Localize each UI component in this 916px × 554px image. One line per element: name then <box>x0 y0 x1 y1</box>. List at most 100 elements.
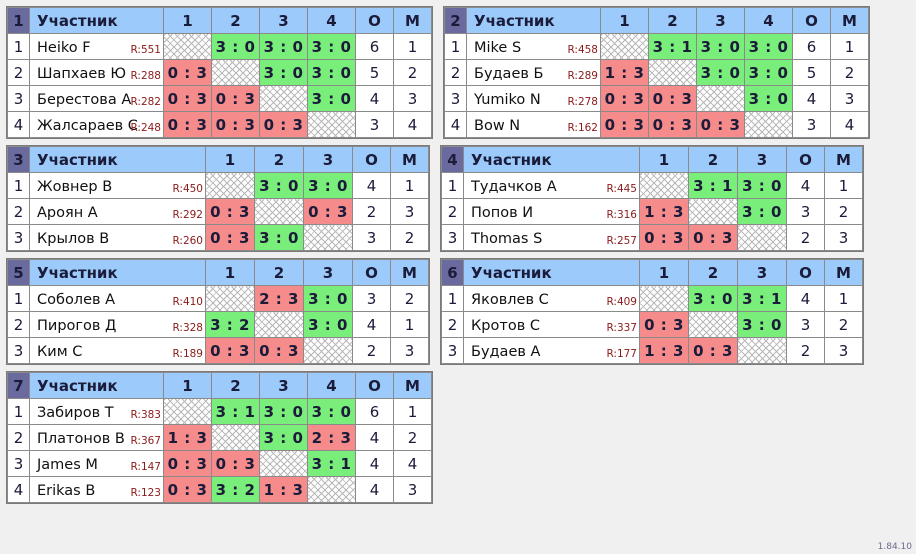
match-score-cell[interactable]: 3 : 1 <box>688 172 738 199</box>
participant-name-cell[interactable]: Yumiko N R:278 <box>466 85 601 112</box>
column-header-participant: Участник <box>466 7 601 34</box>
match-score-cell[interactable]: 0 : 3 <box>205 337 255 364</box>
match-score-cell[interactable]: 3 : 0 <box>307 398 356 425</box>
participant-name-cell[interactable]: Будаев А R:177 <box>463 337 640 364</box>
match-score-cell[interactable]: 3 : 0 <box>211 33 260 60</box>
row-rank: 1 <box>7 398 30 425</box>
match-score-cell[interactable]: 0 : 3 <box>688 337 738 364</box>
match-score-cell[interactable]: 3 : 0 <box>259 33 308 60</box>
participant-name-cell[interactable]: Bow N R:162 <box>466 111 601 138</box>
match-score-cell[interactable]: 3 : 0 <box>696 59 745 86</box>
match-score-cell[interactable]: 0 : 3 <box>205 224 255 251</box>
match-score-cell[interactable]: 0 : 3 <box>163 476 212 503</box>
match-score-cell[interactable]: 0 : 3 <box>639 311 689 338</box>
participant-name-cell[interactable]: Будаев Б R:289 <box>466 59 601 86</box>
match-score-cell[interactable]: 0 : 3 <box>600 85 649 112</box>
match-score-cell[interactable]: 0 : 3 <box>259 111 308 138</box>
table-row: 3 Thomas S R:257 0 : 30 : 323 <box>441 224 863 251</box>
match-score-cell[interactable]: 0 : 3 <box>648 85 697 112</box>
match-score-cell[interactable]: 3 : 1 <box>211 398 260 425</box>
match-score-cell[interactable]: 3 : 0 <box>307 85 356 112</box>
match-score-cell[interactable]: 1 : 3 <box>163 424 212 451</box>
participant-name-cell[interactable]: Thomas S R:257 <box>463 224 640 251</box>
participant-name-cell[interactable]: Берестова А R:282 <box>29 85 164 112</box>
participant-name-cell[interactable]: Забиров Т R:383 <box>29 398 164 425</box>
match-score-cell[interactable]: 3 : 0 <box>307 59 356 86</box>
match-score-cell[interactable]: 3 : 0 <box>744 59 793 86</box>
participant-name-cell[interactable]: Heiko F R:551 <box>29 33 164 60</box>
match-score-cell[interactable]: 3 : 0 <box>737 311 787 338</box>
match-score-cell[interactable]: 3 : 0 <box>254 172 304 199</box>
match-score-cell[interactable]: 3 : 0 <box>303 285 353 312</box>
match-score-cell[interactable]: 0 : 3 <box>303 198 353 225</box>
match-score-cell[interactable]: 0 : 3 <box>163 111 212 138</box>
participant-name-cell[interactable]: Жалсараев С R:248 <box>29 111 164 138</box>
match-score-cell[interactable]: 0 : 3 <box>163 59 212 86</box>
match-score-cell[interactable]: 3 : 0 <box>303 172 353 199</box>
participant-name-cell[interactable]: Тудачков А R:445 <box>463 172 640 199</box>
match-score-cell[interactable]: 0 : 3 <box>205 198 255 225</box>
match-score-cell[interactable]: 0 : 3 <box>600 111 649 138</box>
match-score-cell[interactable]: 3 : 0 <box>259 59 308 86</box>
participant-name: Будаев Б <box>474 65 544 82</box>
participant-name-cell[interactable]: Кротов С R:337 <box>463 311 640 338</box>
match-score-cell[interactable]: 3 : 0 <box>737 198 787 225</box>
match-score-cell[interactable]: 3 : 2 <box>205 311 255 338</box>
match-score-cell[interactable]: 3 : 1 <box>737 285 787 312</box>
match-score-cell[interactable]: 0 : 3 <box>648 111 697 138</box>
match-score-cell[interactable]: 0 : 3 <box>639 224 689 251</box>
participant-name-cell[interactable]: Erikas B R:123 <box>29 476 164 503</box>
participant-name-cell[interactable]: Шапхаев Ю R:288 <box>29 59 164 86</box>
match-score-cell[interactable]: 0 : 3 <box>211 111 260 138</box>
participant-name-cell[interactable]: Яковлев С R:409 <box>463 285 640 312</box>
participant-name: Берестова А <box>37 91 132 108</box>
match-score-cell[interactable]: 0 : 3 <box>163 85 212 112</box>
match-score-cell[interactable]: 1 : 3 <box>639 337 689 364</box>
participant-name-cell[interactable]: Жовнер В R:450 <box>29 172 206 199</box>
match-score-cell[interactable]: 1 : 3 <box>600 59 649 86</box>
match-score-cell[interactable]: 3 : 1 <box>307 450 356 477</box>
participant-name-cell[interactable]: Крылов В R:260 <box>29 224 206 251</box>
match-score-cell[interactable]: 0 : 3 <box>254 337 304 364</box>
match-score-cell[interactable]: 3 : 1 <box>648 33 697 60</box>
participant-name-cell[interactable]: Ким С R:189 <box>29 337 206 364</box>
table-row: 2 Будаев Б R:289 1 : 33 : 03 : 052 <box>444 59 869 86</box>
match-score-cell[interactable]: 1 : 3 <box>259 476 308 503</box>
column-header-place: М <box>824 146 863 173</box>
match-score-cell[interactable]: 0 : 3 <box>696 111 745 138</box>
points-value: 2 <box>352 198 391 225</box>
match-score-cell[interactable]: 3 : 0 <box>254 224 304 251</box>
participant-name-cell[interactable]: Попов И R:316 <box>463 198 640 225</box>
match-score-cell[interactable]: 0 : 3 <box>688 224 738 251</box>
match-score-cell[interactable]: 3 : 0 <box>307 33 356 60</box>
points-value: 4 <box>355 476 394 503</box>
match-score-cell[interactable]: 0 : 3 <box>163 450 212 477</box>
match-score-cell[interactable]: 2 : 3 <box>307 424 356 451</box>
match-score-cell[interactable]: 3 : 0 <box>259 424 308 451</box>
match-score-cell[interactable]: 3 : 0 <box>303 311 353 338</box>
participant-rating: R:316 <box>606 209 637 221</box>
match-score-cell[interactable]: 3 : 0 <box>744 85 793 112</box>
match-score-cell[interactable]: 3 : 2 <box>211 476 260 503</box>
self-cell <box>254 198 304 225</box>
match-score-cell[interactable]: 3 : 0 <box>259 398 308 425</box>
participant-name-cell[interactable]: Mike S R:458 <box>466 33 601 60</box>
points-value: 3 <box>786 198 825 225</box>
match-score-cell[interactable]: 3 : 0 <box>688 285 738 312</box>
participant-name-cell[interactable]: Пирогов Д R:328 <box>29 311 206 338</box>
match-score-cell[interactable]: 3 : 0 <box>737 172 787 199</box>
match-score-cell[interactable]: 1 : 3 <box>639 198 689 225</box>
match-score-cell[interactable]: 2 : 3 <box>254 285 304 312</box>
self-cell <box>211 424 260 451</box>
participant-name-cell[interactable]: James M R:147 <box>29 450 164 477</box>
participant-name-cell[interactable]: Ароян А R:292 <box>29 198 206 225</box>
table-row: 1 Забиров Т R:383 3 : 13 : 03 : 061 <box>7 398 432 425</box>
match-score-cell[interactable]: 0 : 3 <box>211 450 260 477</box>
groups-row-3: 5 Участник 1 2 3 О М 1 Соболев А R:410 2 : 33 : 03… <box>0 252 916 365</box>
match-score-cell[interactable]: 3 : 0 <box>744 33 793 60</box>
column-header-participant: Участник <box>29 259 206 286</box>
participant-name-cell[interactable]: Соболев А R:410 <box>29 285 206 312</box>
match-score-cell[interactable]: 0 : 3 <box>211 85 260 112</box>
participant-name-cell[interactable]: Платонов В R:367 <box>29 424 164 451</box>
match-score-cell[interactable]: 3 : 0 <box>696 33 745 60</box>
